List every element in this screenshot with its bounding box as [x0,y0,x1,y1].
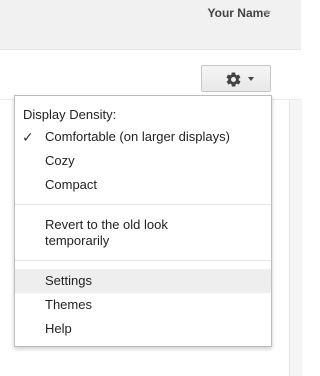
top-bar: Your Name [0,0,301,50]
revert-old-look-item[interactable]: Revert to the old look temporarily [15,214,271,254]
display-density-heading: Display Density: [23,107,117,122]
checkmark-icon: ✓ [22,129,34,145]
gear-icon [226,72,241,87]
menu-separator [15,204,271,205]
page: Your Name Display Density: ✓ Comfortable… [0,0,302,376]
chevron-down-icon[interactable] [263,11,271,15]
account-name-button[interactable]: Your Name [208,6,270,20]
settings-gear-button[interactable] [201,65,271,92]
menu-separator [15,260,271,261]
density-option-label: Compact [45,177,98,192]
density-option-comfortable[interactable]: ✓ Comfortable (on larger displays) [15,125,271,149]
density-option-label: Comfortable (on larger displays) [45,129,230,144]
menu-item-themes[interactable]: Themes [15,293,271,317]
density-option-cozy[interactable]: Cozy [15,149,271,173]
density-option-label: Cozy [45,153,75,168]
menu-item-settings[interactable]: Settings [15,269,271,293]
settings-dropdown-menu: Display Density: ✓ Comfortable (on large… [14,95,272,347]
menu-item-help[interactable]: Help [15,317,271,341]
density-option-compact[interactable]: Compact [15,173,271,197]
chevron-down-icon [248,77,254,81]
right-side-panel [289,100,302,376]
